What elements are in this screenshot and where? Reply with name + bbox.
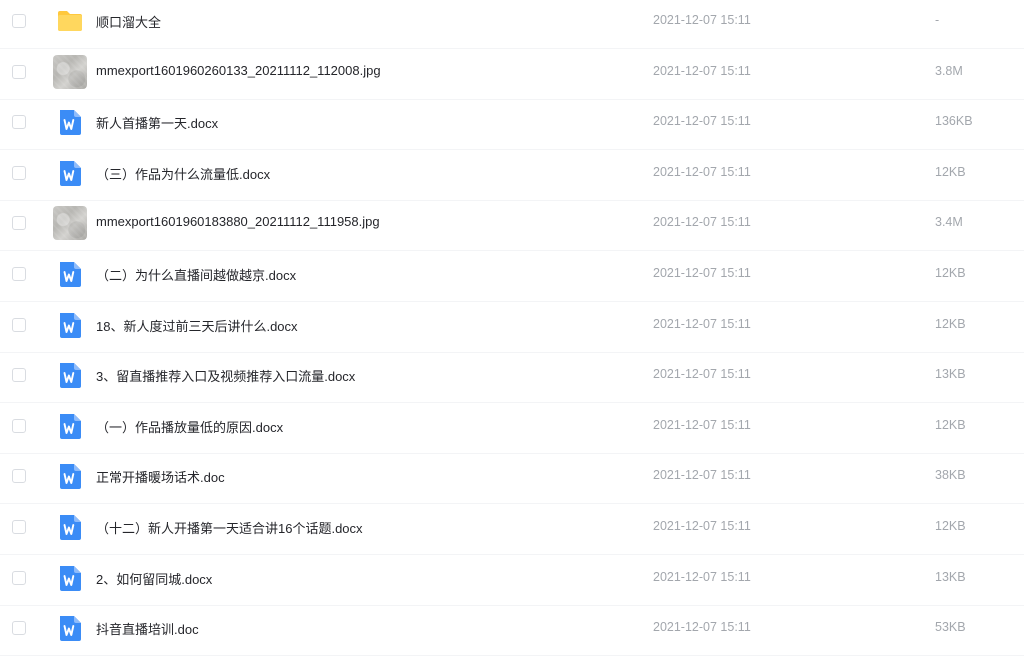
word-doc-icon — [53, 105, 87, 139]
row-checkbox[interactable] — [12, 267, 26, 281]
file-size: 12KB — [935, 165, 966, 179]
file-size: 13KB — [935, 570, 966, 584]
file-name[interactable]: （十二）新人开播第一天适合讲16个话题.docx — [96, 518, 363, 537]
word-doc-icon — [53, 358, 87, 392]
image-thumbnail — [53, 206, 87, 240]
file-modified-date: 2021-12-07 15:11 — [653, 620, 751, 634]
row-checkbox[interactable] — [12, 14, 26, 28]
file-name[interactable]: 正常开播暖场话术.doc — [96, 467, 225, 486]
word-doc-icon — [53, 409, 87, 443]
file-row[interactable]: 2、如何留同城.docx 2021-12-07 15:11 13KB — [0, 556, 1024, 606]
file-modified-date: 2021-12-07 15:11 — [653, 165, 751, 179]
row-checkbox[interactable] — [12, 318, 26, 332]
word-doc-icon — [53, 308, 87, 342]
file-name[interactable]: 新人首播第一天.docx — [96, 113, 218, 132]
file-name[interactable]: （一）作品播放量低的原因.docx — [96, 417, 283, 436]
word-doc-icon — [53, 156, 87, 190]
file-size: 12KB — [935, 266, 966, 280]
file-row[interactable]: 正常开播暖场话术.doc 2021-12-07 15:11 38KB — [0, 454, 1024, 504]
row-checkbox[interactable] — [12, 419, 26, 433]
folder-icon — [53, 4, 87, 38]
row-checkbox[interactable] — [12, 571, 26, 585]
file-name[interactable]: mmexport1601960183880_20211112_111958.jp… — [96, 214, 380, 229]
file-name[interactable]: （三）作品为什么流量低.docx — [96, 164, 270, 183]
file-row[interactable]: 顺口溜大全 2021-12-07 15:11 - — [0, 0, 1024, 49]
word-doc-icon — [53, 561, 87, 595]
file-modified-date: 2021-12-07 15:11 — [653, 367, 751, 381]
file-size: 136KB — [935, 114, 973, 128]
word-doc-icon — [53, 459, 87, 493]
row-checkbox[interactable] — [12, 368, 26, 382]
file-row[interactable]: （一）作品播放量低的原因.docx 2021-12-07 15:11 12KB — [0, 404, 1024, 454]
file-row[interactable]: 3、留直播推荐入口及视频推荐入口流量.docx 2021-12-07 15:11 1… — [0, 353, 1024, 403]
file-name[interactable]: 3、留直播推荐入口及视频推荐入口流量.docx — [96, 366, 355, 385]
file-row[interactable]: mmexport1601960260133_20211112_112008.jp… — [0, 50, 1024, 100]
file-modified-date: 2021-12-07 15:11 — [653, 418, 751, 432]
file-modified-date: 2021-12-07 15:11 — [653, 266, 751, 280]
file-name[interactable]: （二）为什么直播间越做越京.docx — [96, 265, 296, 284]
file-size: 12KB — [935, 317, 966, 331]
file-size: - — [935, 13, 940, 27]
file-modified-date: 2021-12-07 15:11 — [653, 519, 751, 533]
file-size: 12KB — [935, 418, 966, 432]
file-modified-date: 2021-12-07 15:11 — [653, 64, 751, 78]
file-name[interactable]: 18、新人度过前三天后讲什么.docx — [96, 316, 298, 335]
file-name[interactable]: 2、如何留同城.docx — [96, 569, 212, 588]
row-checkbox[interactable] — [12, 166, 26, 180]
file-size: 13KB — [935, 367, 966, 381]
file-row[interactable]: 新人首播第一天.docx 2021-12-07 15:11 136KB — [0, 100, 1024, 150]
file-modified-date: 2021-12-07 15:11 — [653, 13, 751, 27]
word-doc-icon — [53, 257, 87, 291]
row-checkbox[interactable] — [12, 469, 26, 483]
file-size: 12KB — [935, 519, 966, 533]
row-checkbox[interactable] — [12, 65, 26, 79]
file-row[interactable]: 18、新人度过前三天后讲什么.docx 2021-12-07 15:11 12KB — [0, 303, 1024, 353]
row-checkbox[interactable] — [12, 520, 26, 534]
file-modified-date: 2021-12-07 15:11 — [653, 317, 751, 331]
word-doc-icon — [53, 611, 87, 645]
file-row[interactable]: （二）为什么直播间越做越京.docx 2021-12-07 15:11 12KB — [0, 252, 1024, 302]
file-modified-date: 2021-12-07 15:11 — [653, 114, 751, 128]
row-checkbox[interactable] — [12, 115, 26, 129]
image-thumbnail — [53, 55, 87, 89]
file-name[interactable]: 抖音直播培训.doc — [96, 619, 199, 638]
file-modified-date: 2021-12-07 15:11 — [653, 570, 751, 584]
file-name[interactable]: mmexport1601960260133_20211112_112008.jp… — [96, 63, 381, 78]
file-row[interactable]: （三）作品为什么流量低.docx 2021-12-07 15:11 12KB — [0, 151, 1024, 201]
file-row[interactable]: 抖音直播培训.doc 2021-12-07 15:11 53KB — [0, 606, 1024, 656]
file-name[interactable]: 顺口溜大全 — [96, 12, 161, 31]
file-size: 3.4M — [935, 215, 963, 229]
file-size: 3.8M — [935, 64, 963, 78]
word-doc-icon — [53, 510, 87, 544]
file-modified-date: 2021-12-07 15:11 — [653, 215, 751, 229]
file-size: 38KB — [935, 468, 966, 482]
file-row[interactable]: mmexport1601960183880_20211112_111958.jp… — [0, 201, 1024, 251]
row-checkbox[interactable] — [12, 621, 26, 635]
file-row[interactable]: （十二）新人开播第一天适合讲16个话题.docx 2021-12-07 15:11… — [0, 505, 1024, 555]
file-size: 53KB — [935, 620, 966, 634]
file-modified-date: 2021-12-07 15:11 — [653, 468, 751, 482]
row-checkbox[interactable] — [12, 216, 26, 230]
